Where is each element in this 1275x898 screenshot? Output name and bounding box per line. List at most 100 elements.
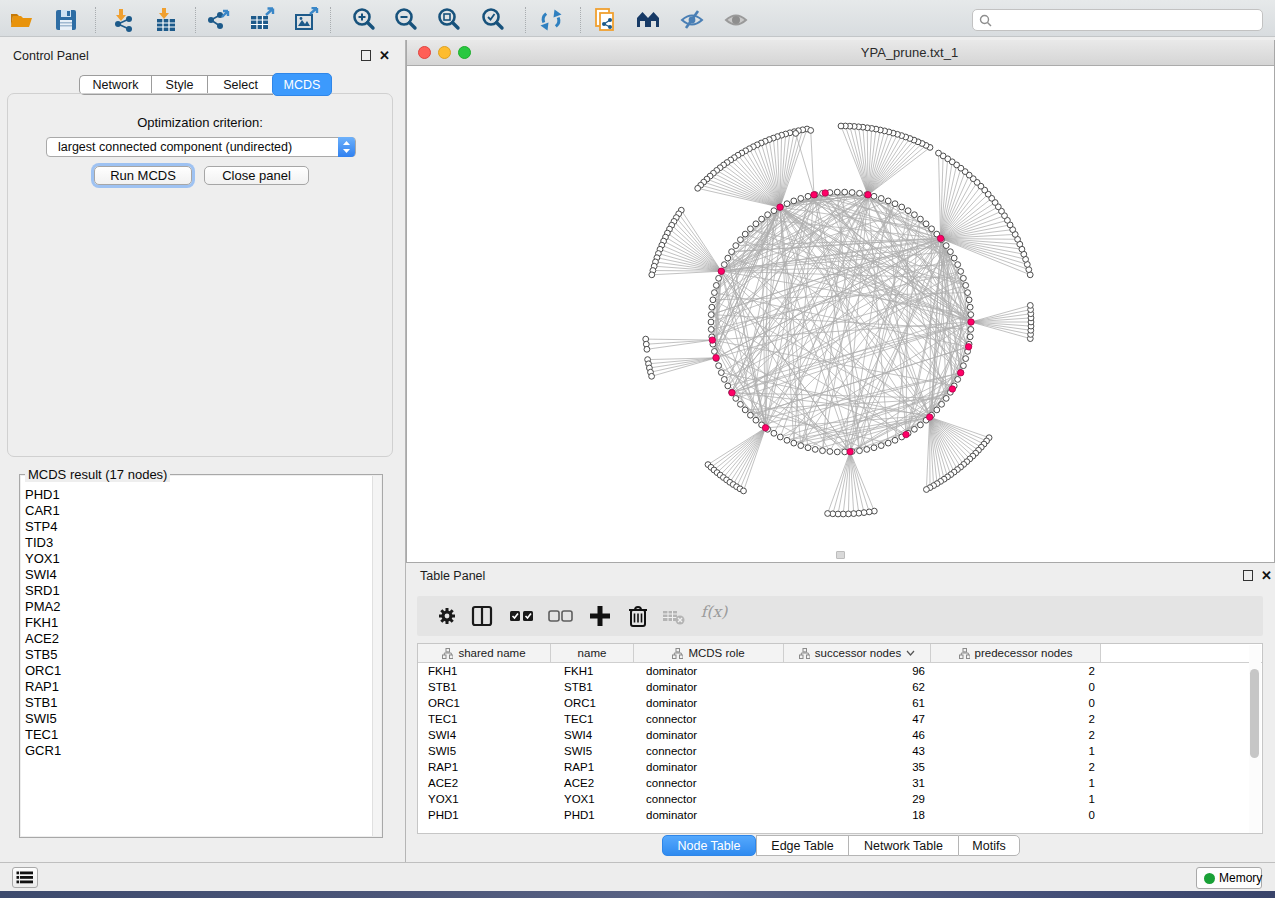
select-all-button[interactable]: [508, 603, 536, 629]
table-cell[interactable]: dominator: [634, 727, 784, 743]
table-cell[interactable]: 2: [931, 663, 1101, 679]
table-cell[interactable]: SWI4: [418, 727, 551, 743]
table-row[interactable]: SWI4SWI4dominator462: [418, 727, 1264, 743]
canvas-scroll-nub[interactable]: [836, 551, 845, 559]
table-cell[interactable]: dominator: [634, 663, 784, 679]
zoom-in-button[interactable]: [351, 7, 379, 33]
table-row[interactable]: TEC1TEC1connector472: [418, 711, 1264, 727]
table-cell[interactable]: 1: [931, 743, 1101, 759]
run-mcds-button[interactable]: Run MCDS: [94, 166, 192, 185]
open-file-button[interactable]: [8, 7, 36, 33]
table-cell[interactable]: connector: [634, 711, 784, 727]
refresh-button[interactable]: [537, 7, 565, 33]
table-cell[interactable]: ORC1: [418, 695, 551, 711]
tab-network-table[interactable]: Network Table: [848, 835, 958, 856]
hide-glyph-button[interactable]: [679, 7, 707, 33]
tab-motifs[interactable]: Motifs: [958, 835, 1020, 856]
save-button[interactable]: [52, 7, 80, 33]
copy-network-button[interactable]: [592, 7, 620, 33]
optimization-select[interactable]: largest connected component (undirected): [46, 137, 356, 157]
mcds-result-list[interactable]: PHD1CAR1STP4TID3YOX1SWI4SRD1PMA2FKH1ACE2…: [21, 476, 381, 836]
tab-mcds[interactable]: MCDS: [272, 73, 332, 96]
mcds-result-item[interactable]: RAP1: [21, 679, 381, 695]
table-cell[interactable]: SWI4: [551, 727, 634, 743]
table-cell[interactable]: SWI5: [551, 743, 634, 759]
mcds-list-scrollbar[interactable]: [372, 476, 381, 836]
table-cell[interactable]: 43: [784, 743, 931, 759]
table-cell[interactable]: ACE2: [418, 775, 551, 791]
network-titlebar[interactable]: YPA_prune.txt_1: [407, 40, 1274, 66]
mcds-result-item[interactable]: SRD1: [21, 583, 381, 599]
close-panel-button[interactable]: Close panel: [204, 166, 309, 185]
table-row[interactable]: YOX1YOX1connector291: [418, 791, 1264, 807]
tab-edge-table[interactable]: Edge Table: [756, 835, 848, 856]
network-canvas[interactable]: [407, 66, 1274, 561]
table-cell[interactable]: connector: [634, 791, 784, 807]
tab-select[interactable]: Select: [207, 75, 273, 95]
mcds-result-item[interactable]: STB1: [21, 695, 381, 711]
table-cell[interactable]: PHD1: [551, 807, 634, 823]
export-image-button[interactable]: [293, 7, 321, 33]
table-float-icon[interactable]: [1243, 570, 1253, 581]
table-row[interactable]: SWI5SWI5connector431: [418, 743, 1264, 759]
close-panel-icon[interactable]: ✕: [379, 50, 390, 61]
delete-button[interactable]: [624, 603, 652, 629]
show-glyph-button[interactable]: [723, 7, 751, 33]
table-cell[interactable]: dominator: [634, 807, 784, 823]
table-cell[interactable]: 18: [784, 807, 931, 823]
column-header-MCDS-role[interactable]: MCDS role: [634, 644, 784, 662]
tab-style[interactable]: Style: [151, 75, 207, 95]
mcds-result-item[interactable]: YOX1: [21, 551, 381, 567]
table-row[interactable]: ACE2ACE2connector311: [418, 775, 1264, 791]
table-cell[interactable]: FKH1: [418, 663, 551, 679]
column-header-name[interactable]: name: [551, 644, 634, 662]
mcds-result-item[interactable]: ACE2: [21, 631, 381, 647]
table-cell[interactable]: RAP1: [418, 759, 551, 775]
table-cell[interactable]: TEC1: [551, 711, 634, 727]
float-panel-icon[interactable]: [361, 50, 371, 61]
table-row[interactable]: STB1STB1dominator620: [418, 679, 1264, 695]
table-cell[interactable]: connector: [634, 743, 784, 759]
zoom-out-button[interactable]: [393, 7, 421, 33]
table-cell[interactable]: RAP1: [551, 759, 634, 775]
mcds-result-item[interactable]: GCR1: [21, 743, 381, 759]
function-builder-button[interactable]: f(x): [700, 603, 728, 629]
tab-network[interactable]: Network: [79, 75, 151, 95]
table-cell[interactable]: 0: [931, 679, 1101, 695]
column-header-successor-nodes[interactable]: successor nodes: [784, 644, 931, 662]
table-cell[interactable]: SWI5: [418, 743, 551, 759]
table-close-icon[interactable]: ✕: [1261, 570, 1272, 581]
table-settings-button[interactable]: [433, 603, 461, 629]
table-cell[interactable]: 47: [784, 711, 931, 727]
table-cell[interactable]: 96: [784, 663, 931, 679]
table-header[interactable]: shared namenameMCDS rolesuccessor nodesp…: [418, 644, 1262, 663]
import-network-button[interactable]: [109, 7, 137, 33]
export-network-button[interactable]: [204, 7, 232, 33]
export-table-button[interactable]: [248, 7, 276, 33]
table-cell[interactable]: 46: [784, 727, 931, 743]
mcds-result-item[interactable]: SWI5: [21, 711, 381, 727]
mcds-result-item[interactable]: ORC1: [21, 663, 381, 679]
mcds-result-item[interactable]: STP4: [21, 519, 381, 535]
table-cell[interactable]: connector: [634, 775, 784, 791]
table-cell[interactable]: 31: [784, 775, 931, 791]
table-row[interactable]: ORC1ORC1dominator610: [418, 695, 1264, 711]
table-cell[interactable]: YOX1: [551, 791, 634, 807]
table-cell[interactable]: 0: [931, 695, 1101, 711]
table-cell[interactable]: 35: [784, 759, 931, 775]
mcds-result-item[interactable]: TID3: [21, 535, 381, 551]
add-button[interactable]: [586, 603, 614, 629]
table-cell[interactable]: PHD1: [418, 807, 551, 823]
table-cell[interactable]: 2: [931, 711, 1101, 727]
mcds-result-item[interactable]: FKH1: [21, 615, 381, 631]
table-cell[interactable]: STB1: [551, 679, 634, 695]
zoom-selected-button[interactable]: [480, 7, 508, 33]
table-cell[interactable]: dominator: [634, 695, 784, 711]
memory-button[interactable]: Memory: [1196, 867, 1262, 889]
table-cell[interactable]: 1: [931, 791, 1101, 807]
mcds-result-item[interactable]: STB5: [21, 647, 381, 663]
zoom-fit-button[interactable]: [436, 7, 464, 33]
table-cell[interactable]: dominator: [634, 759, 784, 775]
tab-node-table[interactable]: Node Table: [662, 835, 756, 856]
column-header-predecessor-nodes[interactable]: predecessor nodes: [931, 644, 1101, 662]
